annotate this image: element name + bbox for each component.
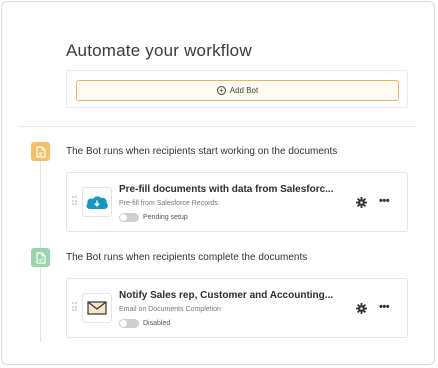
bot-card-notify[interactable]: Notify Sales rep, Customer and Accountin… [66, 278, 408, 338]
salesforce-logo [82, 187, 112, 217]
bot-status: Disabled [119, 319, 170, 328]
add-bot-container: + Add Bot [66, 70, 408, 108]
bot-toggle[interactable] [119, 213, 139, 222]
bot-toggle[interactable] [119, 319, 139, 328]
automation-panel: Automate your workflow + Add Bot The Bot… [1, 1, 435, 365]
stage-start-text: The Bot runs when recipients start worki… [66, 146, 338, 157]
stage-complete-text: The Bot runs when recipients complete th… [66, 252, 308, 263]
section-divider [18, 126, 416, 127]
envelope-icon [82, 293, 112, 323]
bot-status: Pending setup [119, 213, 188, 222]
drag-handle-icon[interactable] [72, 302, 77, 312]
bot-status-label: Disabled [143, 320, 171, 327]
page-title: Automate your workflow [66, 41, 252, 60]
gear-icon[interactable] [356, 197, 367, 208]
bot-status-label: Pending setup [143, 214, 188, 221]
document-start-icon [31, 142, 50, 161]
bot-title: Notify Sales rep, Customer and Accountin… [119, 290, 334, 301]
bot-title: Pre-fill documents with data from Salesf… [119, 184, 334, 195]
bot-card-prefill[interactable]: Pre-fill documents with data from Salesf… [66, 172, 408, 232]
more-options-icon[interactable]: ••• [379, 196, 390, 207]
add-bot-label: Add Bot [229, 86, 259, 95]
bot-subtitle: Pre-fill from Salesforce Records [119, 200, 218, 207]
gear-icon[interactable] [356, 303, 367, 314]
drag-handle-icon[interactable] [72, 196, 77, 206]
add-bot-button[interactable]: + Add Bot [76, 80, 399, 101]
document-complete-icon [31, 248, 50, 267]
bot-subtitle: Email on Documents Completion [119, 306, 221, 313]
plus-circle-icon: + [216, 86, 226, 95]
more-options-icon[interactable]: ••• [379, 302, 390, 313]
